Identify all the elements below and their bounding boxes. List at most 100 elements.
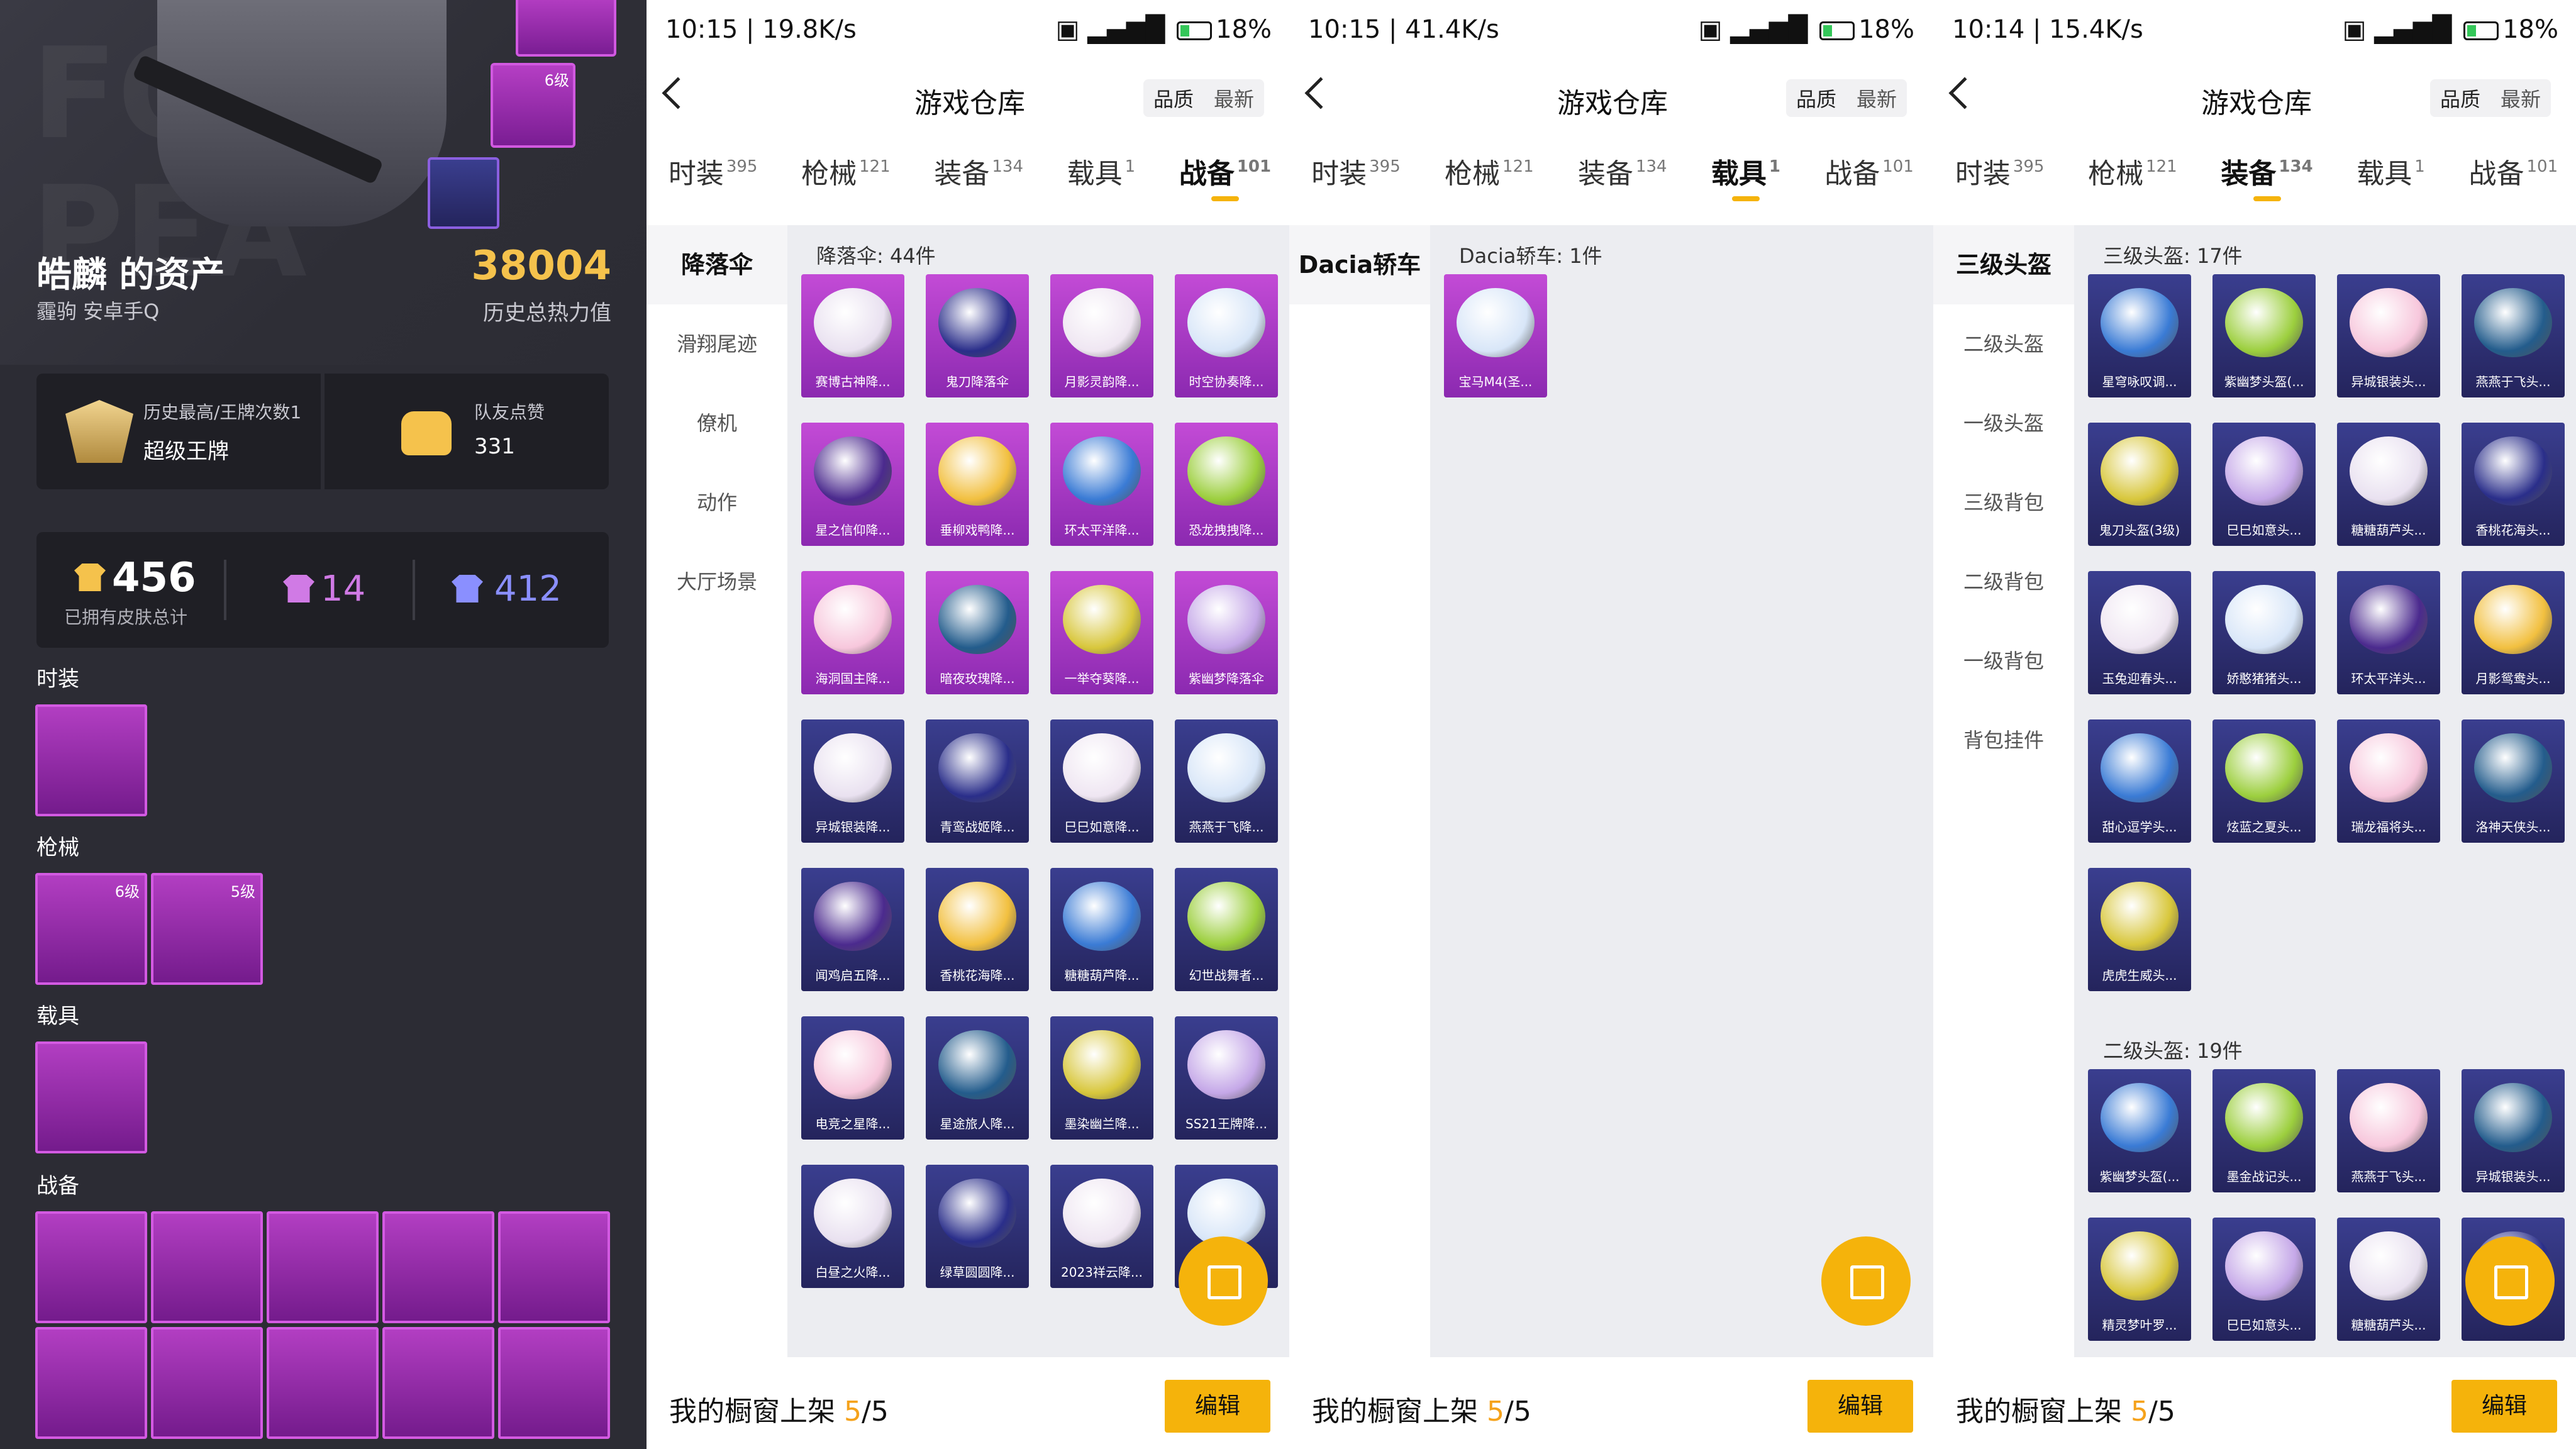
share-external-icon[interactable] — [1821, 1236, 1911, 1326]
item-tile[interactable]: 巳巳如意头... — [2212, 423, 2316, 546]
sidebar-item[interactable]: 一级背包 — [1933, 621, 2074, 701]
item-tile[interactable]: 洛神天侠头... — [2462, 719, 2565, 843]
item-tile[interactable]: 玉兔迎春头... — [2088, 571, 2191, 694]
tab-4[interactable]: 战备 101 — [1824, 151, 1914, 211]
hero-thumb-gun[interactable]: 6级 — [491, 63, 575, 148]
gear-thumb[interactable] — [267, 1327, 379, 1439]
item-tile[interactable]: 巳巳如意头... — [2212, 1218, 2316, 1341]
sidebar-item[interactable]: 背包挂件 — [1933, 701, 2074, 780]
gear-thumb[interactable] — [35, 1327, 147, 1439]
item-tile[interactable]: 2023祥云降... — [1050, 1165, 1153, 1288]
sidebar-item[interactable]: 二级头盔 — [1933, 304, 2074, 384]
item-tile[interactable]: 时空协奏降... — [1175, 274, 1278, 397]
item-tile[interactable]: 月影灵韵降... — [1050, 274, 1153, 397]
sidebar-item[interactable]: Dacia轿车 — [1289, 225, 1430, 304]
gear-thumb[interactable] — [382, 1327, 494, 1439]
sort-newest[interactable]: 最新 — [1204, 84, 1264, 113]
gear-thumb[interactable] — [151, 1327, 263, 1439]
item-tile[interactable]: 燕燕于飞头... — [2462, 274, 2565, 397]
item-tile[interactable]: 糖糖葫芦降... — [1050, 868, 1153, 991]
share-external-icon[interactable] — [1179, 1236, 1268, 1326]
sidebar-item[interactable]: 僚机 — [647, 384, 787, 463]
item-tile[interactable]: 燕燕于飞头... — [2337, 1069, 2440, 1192]
tab-3[interactable]: 载具 1 — [1067, 151, 1136, 211]
tab-3[interactable]: 载具 1 — [2357, 151, 2425, 211]
hero-thumb-outfit[interactable] — [516, 0, 616, 57]
tab-0[interactable]: 时装 395 — [1955, 151, 2045, 211]
item-tile[interactable]: 白昼之火降... — [801, 1165, 904, 1288]
item-tile[interactable]: 瑞龙福将头... — [2337, 719, 2440, 843]
hero-thumb-parachute[interactable] — [428, 157, 499, 229]
item-tile[interactable]: 鬼刀头盔(3级) — [2088, 423, 2191, 546]
item-tile[interactable]: 香桃花海降... — [926, 868, 1029, 991]
sidebar-item[interactable]: 一级头盔 — [1933, 384, 2074, 463]
item-tile[interactable]: 环太平洋头... — [2337, 571, 2440, 694]
item-tile[interactable]: 暗夜玫瑰降... — [926, 571, 1029, 694]
gear-thumb[interactable] — [35, 1211, 147, 1323]
share-external-icon[interactable] — [2465, 1236, 2555, 1326]
item-tile[interactable]: 星穹咏叹调... — [2088, 274, 2191, 397]
item-tile[interactable]: 甜心逗学头... — [2088, 719, 2191, 843]
item-tile[interactable]: 异城银装降... — [801, 719, 904, 843]
item-tile[interactable]: 娇憨猪猪头... — [2212, 571, 2316, 694]
item-tile[interactable]: 糖糖葫芦头... — [2337, 1218, 2440, 1341]
sort-quality[interactable]: 品质 — [1786, 84, 1846, 113]
gear-thumb[interactable] — [267, 1211, 379, 1323]
edit-button[interactable]: 编辑 — [1165, 1380, 1270, 1433]
gear-thumb[interactable] — [498, 1327, 610, 1439]
tab-0[interactable]: 时装 395 — [1311, 151, 1401, 211]
tab-3[interactable]: 载具 1 — [1711, 151, 1780, 211]
sort-newest[interactable]: 最新 — [2490, 84, 2551, 113]
item-tile[interactable]: 恐龙拽拽降... — [1175, 423, 1278, 546]
item-tile[interactable]: 精灵梦叶罗... — [2088, 1218, 2191, 1341]
tab-2[interactable]: 装备 134 — [934, 151, 1023, 211]
item-tile[interactable]: 幻世战舞者... — [1175, 868, 1278, 991]
item-tile[interactable]: 异城银装头... — [2462, 1069, 2565, 1192]
item-tile[interactable]: 海洞国主降... — [801, 571, 904, 694]
tab-0[interactable]: 时装 395 — [669, 151, 758, 211]
tab-2[interactable]: 装备 134 — [2221, 151, 2313, 211]
item-tile[interactable]: 绿草圆圆降... — [926, 1165, 1029, 1288]
outfit-thumb[interactable] — [35, 704, 147, 816]
item-tile[interactable]: 青鸾战姬降... — [926, 719, 1029, 843]
item-tile[interactable]: 电竞之星降... — [801, 1016, 904, 1140]
sidebar-item[interactable]: 大厅场景 — [647, 542, 787, 621]
item-tile[interactable]: 燕燕于飞降... — [1175, 719, 1278, 843]
vehicle-thumb[interactable] — [35, 1041, 147, 1153]
item-tile[interactable]: 鬼刀降落伞 — [926, 274, 1029, 397]
item-tile[interactable]: 宝马M4(圣... — [1444, 274, 1547, 397]
item-tile[interactable]: 墨染幽兰降... — [1050, 1016, 1153, 1140]
item-tile[interactable]: 墨金战记头... — [2212, 1069, 2316, 1192]
item-tile[interactable]: 环太平洋降... — [1050, 423, 1153, 546]
item-tile[interactable]: 紫幽梦降落伞 — [1175, 571, 1278, 694]
tab-4[interactable]: 战备 101 — [1179, 151, 1271, 211]
edit-button[interactable]: 编辑 — [2451, 1380, 2557, 1433]
tab-1[interactable]: 枪械 121 — [1445, 151, 1534, 211]
item-tile[interactable]: 星之信仰降... — [801, 423, 904, 546]
gear-thumb[interactable] — [498, 1211, 610, 1323]
gear-thumb[interactable] — [382, 1211, 494, 1323]
item-tile[interactable]: 异城银装头... — [2337, 274, 2440, 397]
item-tile[interactable]: 巳巳如意降... — [1050, 719, 1153, 843]
sort-quality[interactable]: 品质 — [2430, 84, 2490, 113]
gear-thumb[interactable] — [151, 1211, 263, 1323]
item-tile[interactable]: 香桃花海头... — [2462, 423, 2565, 546]
item-tile[interactable]: SS21王牌降... — [1175, 1016, 1278, 1140]
tab-4[interactable]: 战备 101 — [2468, 151, 2558, 211]
sidebar-item[interactable]: 滑翔尾迹 — [647, 304, 787, 384]
edit-button[interactable]: 编辑 — [1807, 1380, 1913, 1433]
sidebar-item[interactable]: 三级头盔 — [1933, 225, 2074, 304]
item-tile[interactable]: 月影鸳鸯头... — [2462, 571, 2565, 694]
gun-thumb[interactable]: 6级 — [35, 873, 147, 985]
sort-toggle[interactable]: 品质 最新 — [1785, 79, 1907, 117]
item-tile[interactable]: 一举夺葵降... — [1050, 571, 1153, 694]
sidebar-item[interactable]: 二级背包 — [1933, 542, 2074, 621]
sort-toggle[interactable]: 品质 最新 — [2429, 79, 2551, 117]
tab-1[interactable]: 枪械 121 — [801, 151, 891, 211]
item-tile[interactable]: 糖糖葫芦头... — [2337, 423, 2440, 546]
sort-toggle[interactable]: 品质 最新 — [1143, 79, 1264, 117]
gun-thumb[interactable]: 5级 — [151, 873, 263, 985]
tab-1[interactable]: 枪械 121 — [2088, 151, 2177, 211]
item-tile[interactable]: 赛博古神降... — [801, 274, 904, 397]
sidebar-item[interactable]: 动作 — [647, 463, 787, 542]
